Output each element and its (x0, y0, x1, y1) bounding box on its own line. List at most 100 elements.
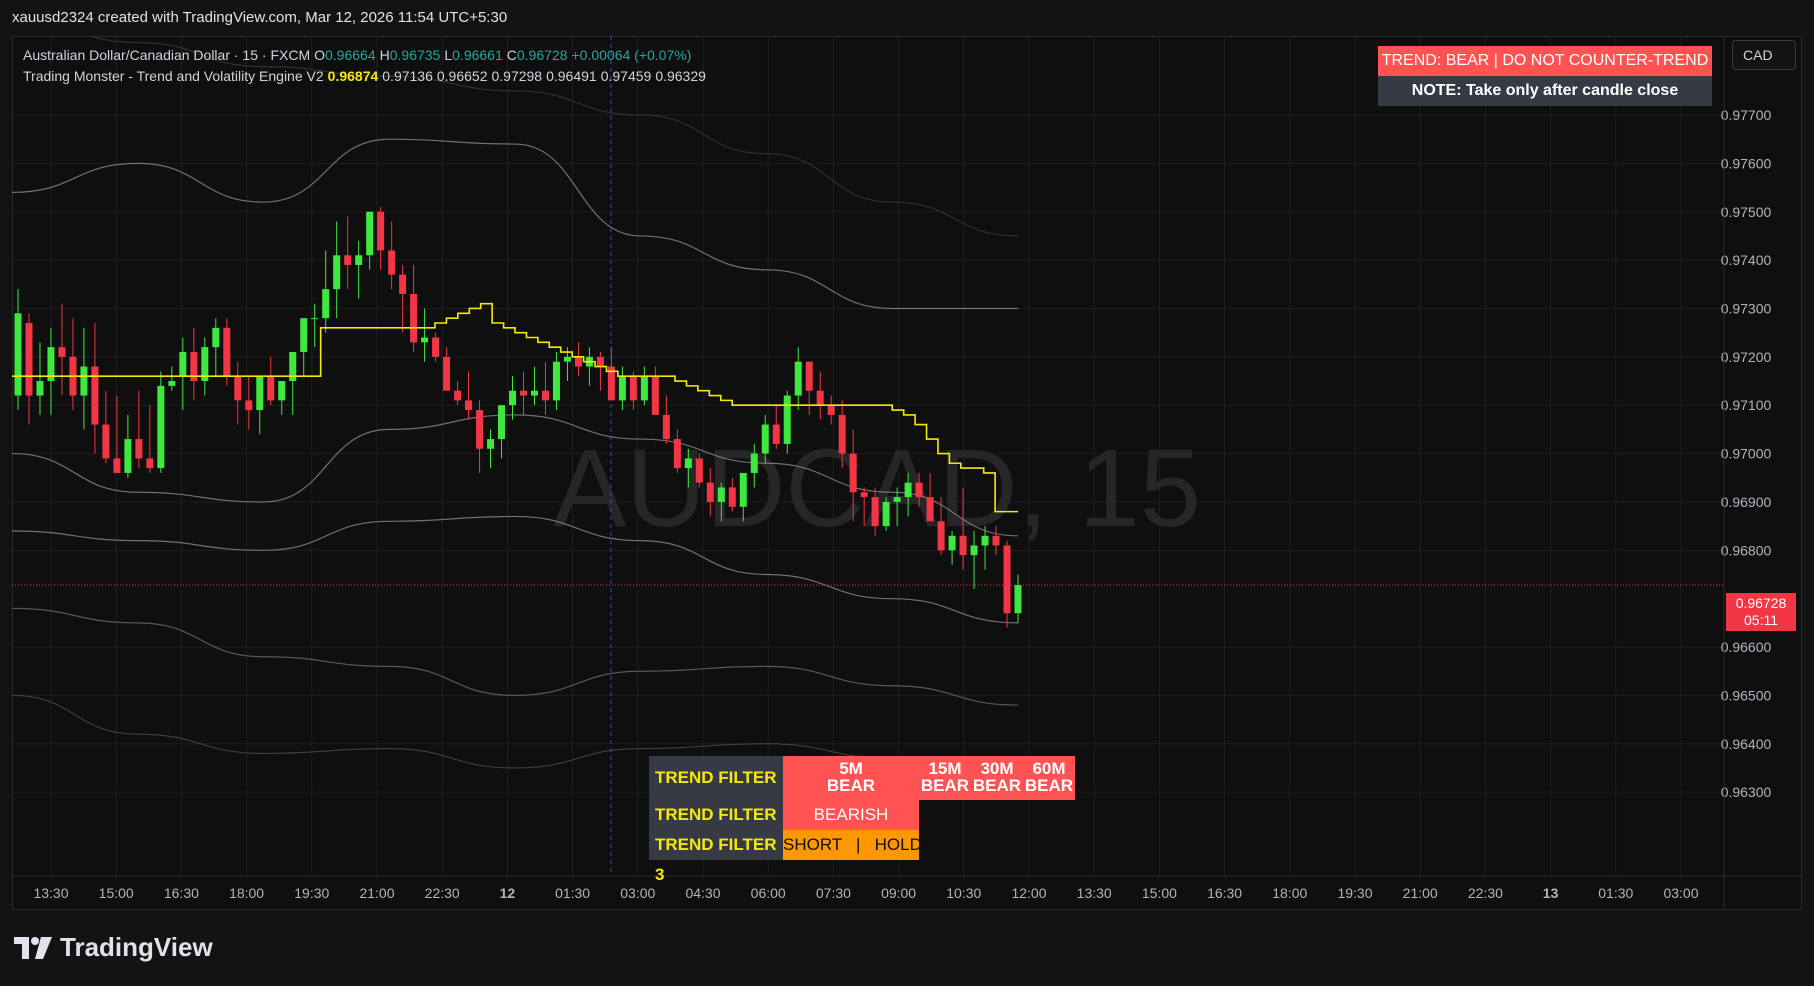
candle-body (915, 482, 923, 498)
x-tick-label: 10:30 (946, 885, 981, 901)
candle-body (904, 482, 912, 498)
x-tick-label: 16:30 (164, 885, 199, 901)
y-tick-label: 0.97100 (1721, 397, 1772, 413)
trend-filter-2-state: BEARISH (783, 800, 919, 830)
bar-countdown: 05:11 (1744, 612, 1778, 628)
candle-body (849, 453, 857, 493)
currency-button[interactable]: CAD (1732, 40, 1796, 70)
note-badge: NOTE: Take only after candle close (1378, 76, 1712, 106)
candle-body (498, 405, 506, 440)
x-tick-label: 21:00 (359, 885, 394, 901)
candle-body (36, 381, 44, 396)
candle-body (1014, 585, 1022, 614)
candle-body (728, 487, 736, 507)
indicator-legend[interactable]: Trading Monster - Trend and Volatility E… (23, 66, 706, 87)
candle-body (311, 318, 319, 320)
y-tick-label: 0.96300 (1721, 784, 1772, 800)
candle-body (651, 376, 659, 415)
candle-body (509, 390, 517, 406)
candle-body (476, 410, 484, 449)
candle-body (574, 356, 582, 367)
x-tick-label: 12 (500, 885, 516, 901)
candle-body (487, 439, 495, 449)
indicator-value-2: 0.97136 (382, 68, 433, 84)
x-tick-label: 13:30 (1077, 885, 1112, 901)
x-tick-label: 21:00 (1403, 885, 1438, 901)
candle-body (838, 414, 846, 454)
candle-body (662, 414, 670, 440)
trend-filter-1-30m: 30M BEAR (971, 756, 1023, 800)
candle-body (102, 424, 110, 459)
x-tick-label: 01:30 (1598, 885, 1633, 901)
symbol-name: Australian Dollar/Canadian Dollar · 15 ·… (23, 47, 311, 63)
candle-body (399, 274, 407, 294)
chart-legend: Australian Dollar/Canadian Dollar · 15 ·… (23, 45, 706, 87)
indicator-value-1: 0.96874 (327, 68, 379, 84)
candle-body (410, 293, 418, 343)
candle-body (783, 395, 791, 444)
y-tick-label: 0.96600 (1721, 639, 1772, 655)
indicator-value-7: 0.96329 (655, 68, 706, 84)
volatility-band-upper2 (12, 138, 1018, 310)
y-tick-label: 0.97200 (1721, 349, 1772, 365)
y-tick-label: 0.97700 (1721, 107, 1772, 123)
candle-body (871, 497, 879, 527)
x-tick-label: 22:30 (425, 885, 460, 901)
y-tick-label: 0.96400 (1721, 736, 1772, 752)
candle-body (893, 497, 901, 502)
candle-body (805, 361, 813, 391)
candle-body (377, 211, 385, 251)
candle-body (882, 501, 890, 527)
tradingview-logo[interactable]: TradingView (14, 932, 213, 963)
candle-body (25, 322, 33, 396)
candle-body (344, 255, 352, 265)
ohlc-high: H0.96735 (379, 47, 441, 63)
candle-body (113, 458, 121, 473)
candle-body (684, 458, 692, 469)
candle-body (948, 535, 956, 551)
trend-filter-1-60m: 60M BEAR (1023, 756, 1075, 800)
candle-body (1003, 545, 1011, 614)
candle-body (640, 376, 648, 401)
trend-filter-1-15m: 15M BEAR (919, 756, 971, 800)
y-tick-label: 0.97500 (1721, 204, 1772, 220)
y-tick-label: 0.97600 (1721, 155, 1772, 171)
candle-body (970, 545, 978, 556)
trend-badge: TREND: BEAR | DO NOT COUNTER-TREND (1378, 46, 1712, 76)
trend-filter-2-label: TREND FILTER 2 (649, 800, 783, 854)
candle-body (959, 535, 967, 556)
candle-body (124, 439, 132, 473)
candle-body (596, 356, 604, 367)
candle-body (706, 482, 714, 502)
symbol-watermark: AUDCAD, 15 (553, 427, 1201, 550)
candle-body (135, 439, 143, 459)
candle-body (388, 250, 396, 275)
candle-body (541, 390, 549, 401)
x-tick-label: 15:00 (1142, 885, 1177, 901)
candle-body (816, 390, 824, 406)
x-tick-label: 19:30 (294, 885, 329, 901)
y-tick-label: 0.96800 (1721, 542, 1772, 558)
candle-body (322, 289, 330, 319)
trend-filter-1-5m: 5M BEAR (783, 756, 919, 800)
candle-body (278, 381, 286, 401)
trend-filter-3-state: SHORT | HOLD (783, 830, 922, 860)
x-tick-label: 03:00 (1663, 885, 1698, 901)
indicator-name: Trading Monster - Trend and Volatility E… (23, 68, 324, 84)
price-change: +0.00064 (+0.07%) (571, 47, 692, 63)
candle-body (673, 439, 681, 469)
candle-body (937, 521, 945, 551)
candle-body (981, 535, 989, 546)
y-tick-label: 0.96500 (1721, 687, 1772, 703)
candle-body (157, 385, 165, 469)
candle-body (860, 492, 868, 498)
top-bar: xauusd2324 created with TradingView.com,… (0, 0, 1814, 36)
symbol-legend[interactable]: Australian Dollar/Canadian Dollar · 15 ·… (23, 45, 706, 66)
current-price: 0.96728 (1735, 595, 1787, 611)
x-tick-label: 07:30 (816, 885, 851, 901)
ohlc-close: C0.96728 (506, 47, 568, 63)
candle-body (443, 356, 451, 391)
candle-body (421, 337, 429, 343)
candle-body (618, 376, 626, 401)
candle-body (992, 535, 1000, 546)
